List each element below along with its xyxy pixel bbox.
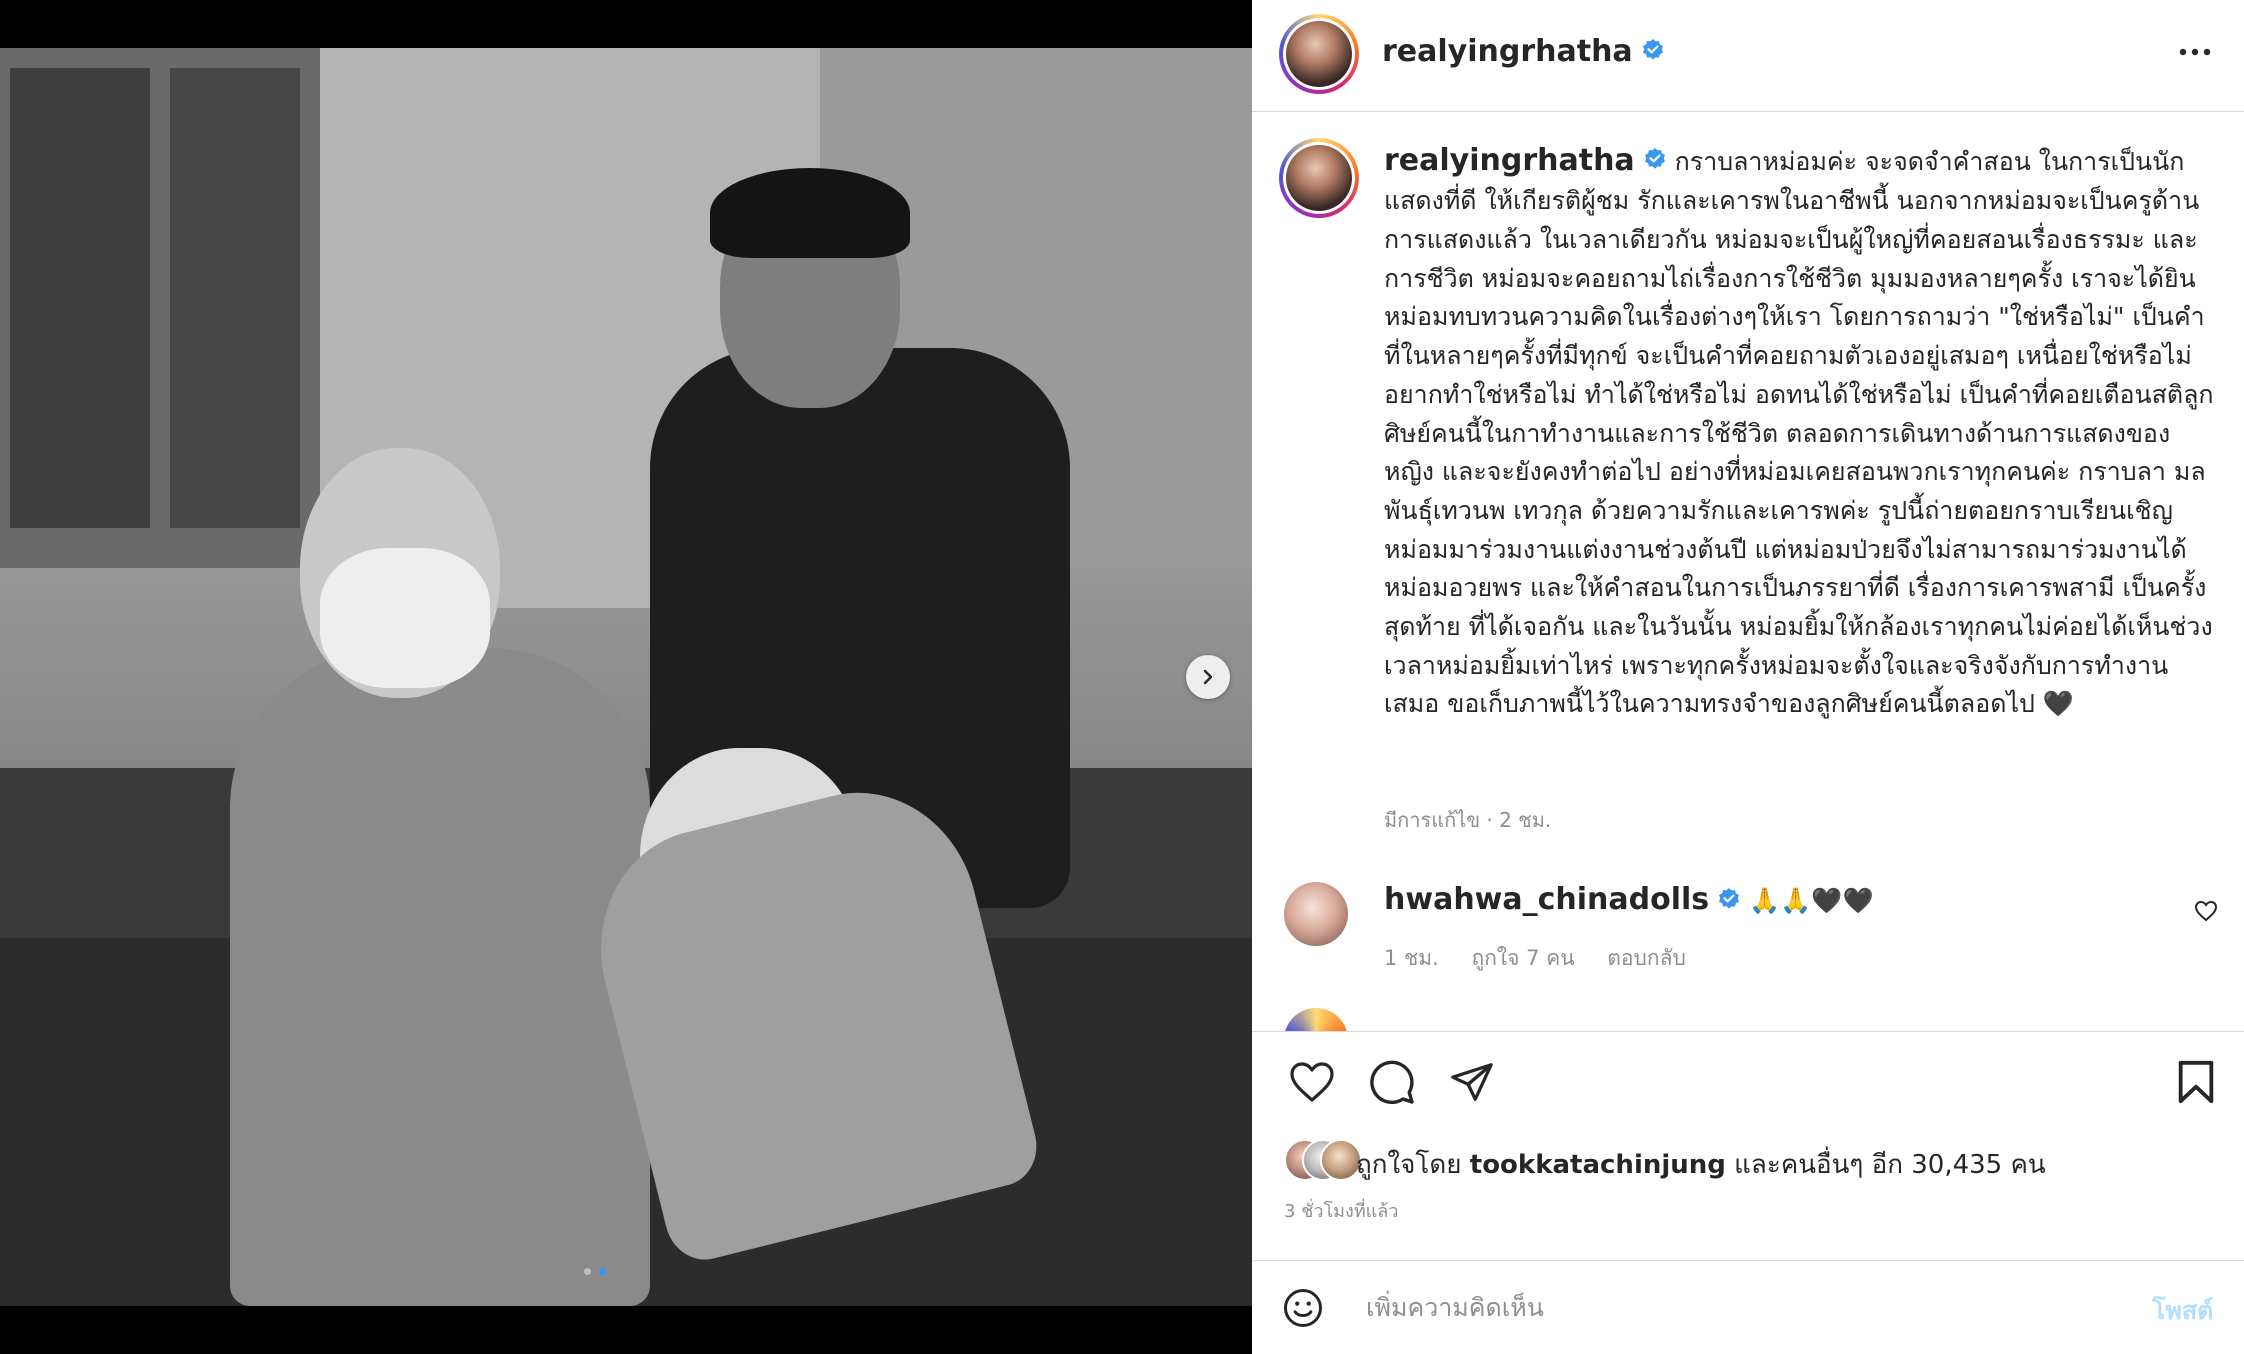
verified-badge-icon xyxy=(1643,144,1667,183)
like-button[interactable] xyxy=(1286,1056,1338,1108)
author-username-row: realyingrhatha xyxy=(1382,34,1665,70)
likes-user[interactable]: tookkatachinjung xyxy=(1470,1150,1726,1180)
post-side-panel: realyingrhatha realyingrhatha กราบลาหม่อ… xyxy=(1252,0,2244,1354)
likes-summary: ถูกใจโดย tookkatachinjung และคนอื่นๆ อีก… xyxy=(1284,1136,2224,1184)
comment-time: 1 ชม. xyxy=(1384,946,1439,970)
emoji-button[interactable] xyxy=(1282,1287,1324,1333)
likes-count[interactable]: และคนอื่นๆ อีก 30,435 คน xyxy=(1734,1150,2045,1180)
caption-avatar[interactable] xyxy=(1279,138,1359,218)
comment-body: 🙏🙏🖤🖤 xyxy=(1749,886,1874,915)
comment-item: hwahwa_chinadolls 🙏🙏🖤🖤 xyxy=(1384,882,1874,917)
post-photo xyxy=(0,48,1252,1306)
photo-face-mask xyxy=(320,548,490,688)
photo-cabinet-glass xyxy=(170,68,300,528)
add-comment-bar: โพสต์ xyxy=(1252,1260,2244,1354)
more-horizontal-icon xyxy=(2179,48,2211,56)
comment-bubble-icon xyxy=(1370,1060,1414,1105)
author-username[interactable]: realyingrhatha xyxy=(1382,34,1633,69)
likes-prefix: ถูกใจโดย xyxy=(1356,1150,1462,1180)
chevron-right-icon xyxy=(1203,669,1213,685)
bookmark-icon xyxy=(2178,1060,2214,1104)
caption-meta: มีการแก้ไข · 2 ชม. xyxy=(1384,808,1552,832)
next-comment-avatar xyxy=(1284,1008,1348,1031)
more-options-button[interactable] xyxy=(2175,38,2215,66)
share-button[interactable] xyxy=(1446,1056,1498,1108)
heart-icon xyxy=(1290,1062,1334,1102)
comment-meta: 1 ชม. ถูกใจ 7 คน ตอบกลับ xyxy=(1384,942,1712,975)
post-timestamp[interactable]: 3 ชั่วโมงที่แล้ว xyxy=(1284,1196,1398,1225)
photo-woman-body xyxy=(230,648,650,1306)
comment-username[interactable]: hwahwa_chinadolls xyxy=(1384,882,1709,917)
comments-list[interactable]: realyingrhatha กราบลาหม่อมค่ะ จะจดจำคำสอ… xyxy=(1252,112,2244,1032)
paper-plane-icon xyxy=(1451,1063,1493,1101)
comment-like-button[interactable] xyxy=(2194,900,2218,926)
save-button[interactable] xyxy=(2170,1056,2222,1108)
carousel-dot-active xyxy=(599,1268,606,1275)
post-actions xyxy=(1252,1056,2244,1112)
comment-input[interactable] xyxy=(1364,1283,2048,1331)
carousel-dot xyxy=(584,1268,591,1275)
smiley-icon xyxy=(1284,1289,1322,1327)
post-media[interactable] xyxy=(0,0,1252,1354)
caption-username[interactable]: realyingrhatha xyxy=(1384,143,1635,178)
author-avatar[interactable] xyxy=(1279,14,1359,94)
comment-reply-button[interactable]: ตอบกลับ xyxy=(1607,946,1686,970)
verified-badge-icon xyxy=(1717,887,1741,917)
likes-text[interactable]: ถูกใจโดย tookkatachinjung และคนอื่นๆ อีก… xyxy=(1356,1144,2046,1185)
post-caption: realyingrhatha กราบลาหม่อมค่ะ จะจดจำคำสอ… xyxy=(1384,142,2214,724)
post-comment-button[interactable]: โพสต์ xyxy=(2152,1291,2213,1331)
carousel-next-button[interactable] xyxy=(1186,655,1230,699)
commenter-avatar[interactable] xyxy=(1284,882,1348,946)
comment-likes[interactable]: ถูกใจ 7 คน xyxy=(1472,946,1575,970)
photo-man-hair xyxy=(710,168,910,258)
caption-body: กราบลาหม่อมค่ะ จะจดจำคำสอน ในการเป็นนักแ… xyxy=(1384,147,2214,719)
comment-button[interactable] xyxy=(1366,1056,1418,1108)
verified-badge-icon xyxy=(1641,35,1665,70)
post-header: realyingrhatha xyxy=(1252,0,2244,112)
heart-icon xyxy=(2194,900,2218,922)
carousel-indicator xyxy=(584,1268,606,1275)
photo-cabinet-glass xyxy=(10,68,150,528)
